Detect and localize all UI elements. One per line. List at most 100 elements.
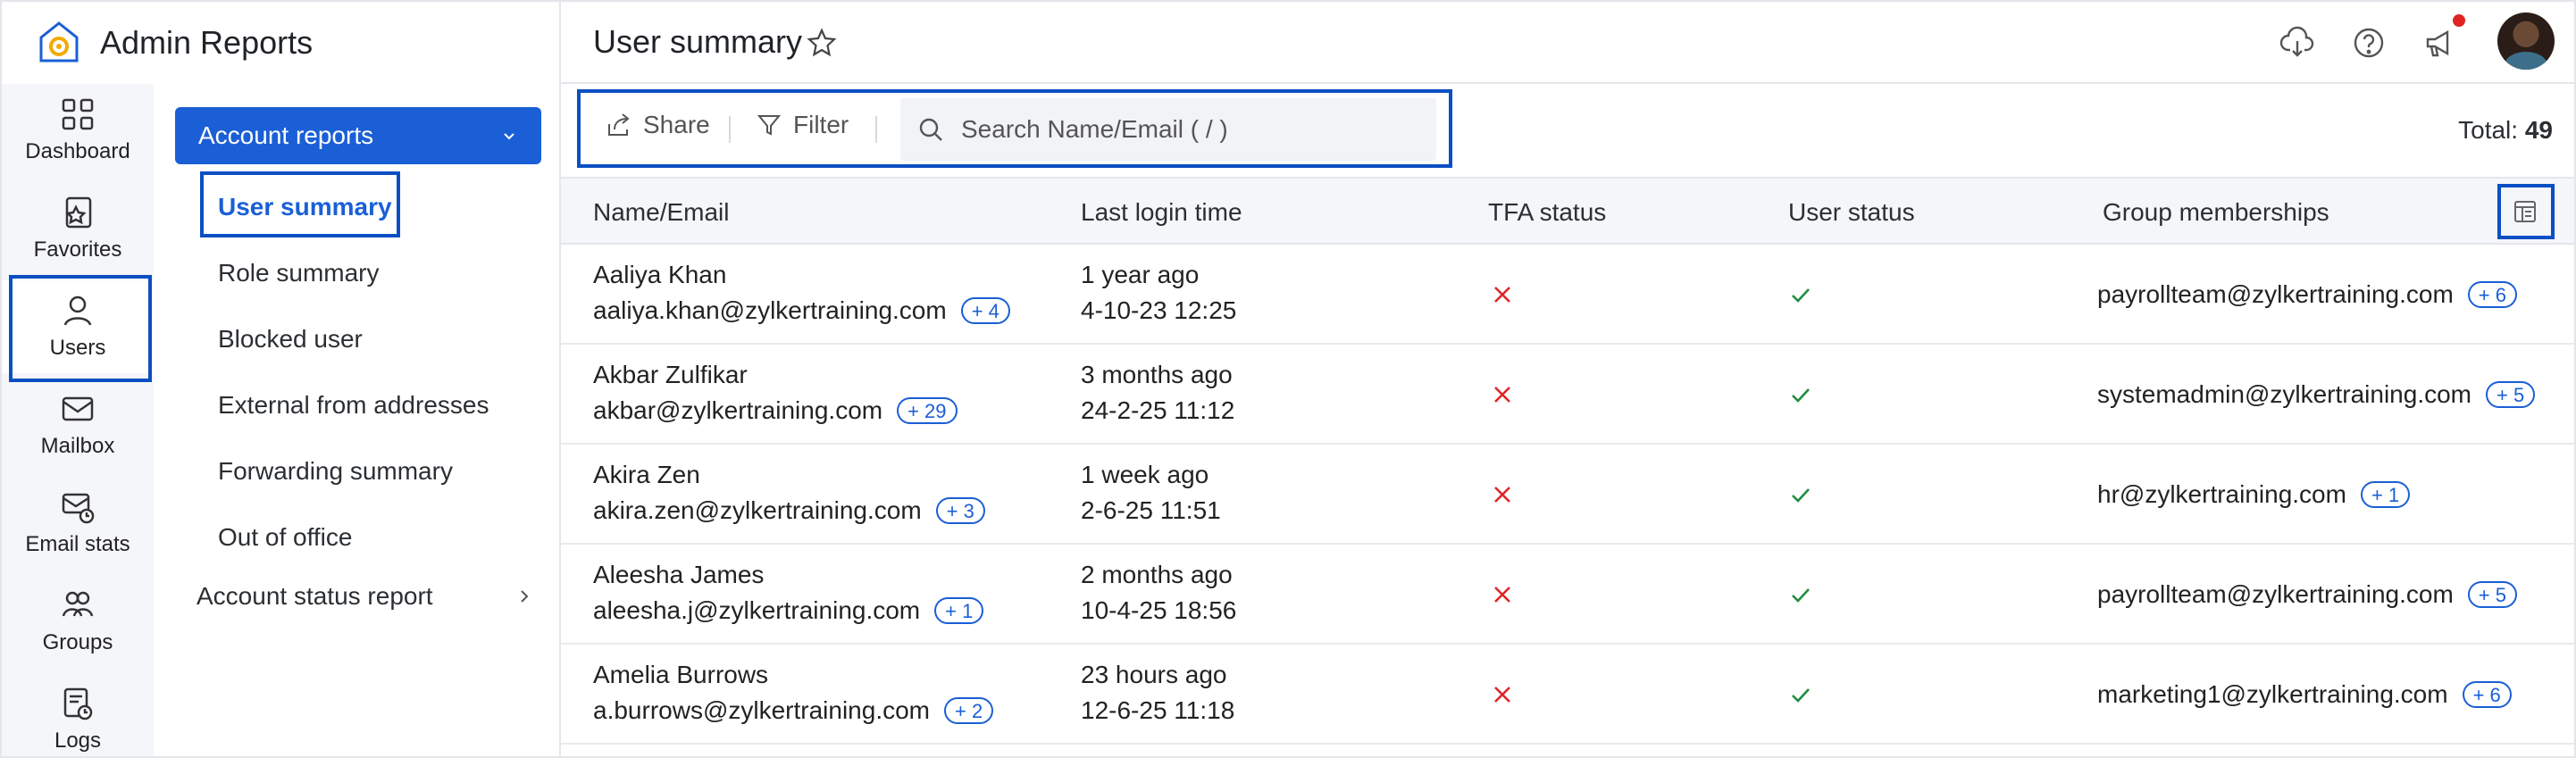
- rail-item-users[interactable]: Users: [2, 280, 154, 373]
- email-alias-count-chip[interactable]: + 29: [897, 397, 958, 424]
- column-header-name-email[interactable]: Name/Email: [593, 198, 729, 227]
- email-alias-count-chip[interactable]: + 4: [960, 297, 1010, 324]
- page-header: User summary: [561, 2, 2574, 84]
- help-icon[interactable]: [2351, 25, 2387, 61]
- rail-label: Groups: [42, 630, 113, 654]
- search-input[interactable]: [959, 114, 1427, 145]
- group-count-chip[interactable]: + 6: [2462, 681, 2512, 708]
- group-count-chip[interactable]: + 1: [2360, 481, 2411, 508]
- subnav-item-out-of-office[interactable]: Out of office: [218, 523, 352, 552]
- favorite-star-icon[interactable]: [806, 27, 838, 59]
- admin-reports-app: Admin Reports Dashboard Favorites Users …: [0, 0, 2576, 758]
- group-count-chip[interactable]: + 5: [2486, 381, 2536, 408]
- announcements-icon[interactable]: [2422, 25, 2458, 61]
- column-header-group-memberships[interactable]: Group memberships: [2103, 198, 2329, 227]
- rail-label: Email stats: [25, 532, 130, 556]
- account-status-report-label: Account status report: [197, 582, 433, 610]
- group-email: systemadmin@zylkertraining.com: [2097, 380, 2471, 408]
- admin-reports-logo-icon: [39, 21, 79, 62]
- table-row[interactable]: Aleesha James aleesha.j@zylkertraining.co…: [561, 545, 2574, 645]
- last-login-relative: 2 months ago: [1081, 561, 1233, 588]
- group-membership-cell: hr@zylkertraining.com + 1: [2097, 480, 2411, 509]
- column-header-tfa-status[interactable]: TFA status: [1488, 198, 1606, 227]
- rail-item-dashboard[interactable]: Dashboard: [2, 84, 154, 177]
- user-name[interactable]: Aleesha James: [593, 561, 764, 589]
- email-alias-count-chip[interactable]: + 2: [944, 697, 994, 724]
- last-login-timestamp: 24-2-25 11:12: [1081, 396, 1235, 424]
- last-login-relative: 3 months ago: [1081, 361, 1233, 388]
- download-cloud-icon[interactable]: [2279, 25, 2315, 61]
- account-reports-label: Account reports: [198, 121, 374, 149]
- filter-button[interactable]: Filter: [756, 111, 849, 139]
- last-login-relative: 1 year ago: [1081, 261, 1200, 288]
- rail-item-mailbox[interactable]: Mailbox: [2, 379, 154, 471]
- total-value: 49: [2524, 116, 2553, 144]
- filter-label: Filter: [793, 111, 849, 138]
- subnav-item-user-summary[interactable]: User summary: [218, 193, 392, 221]
- tfa-disabled-cross-icon: [1490, 482, 1515, 507]
- app-title: Admin Reports: [100, 24, 314, 61]
- share-button[interactable]: Share: [606, 111, 710, 139]
- group-membership-cell: payrollteam@zylkertraining.com + 6: [2097, 280, 2517, 309]
- table-row[interactable]: Amelia Burrows a.burrows@zylkertraining.c…: [561, 645, 2574, 745]
- rail-item-favorites[interactable]: Favorites: [2, 182, 154, 275]
- email-alias-count-chip[interactable]: + 3: [935, 497, 985, 524]
- user-active-check-icon: [1788, 582, 1813, 607]
- rail-item-logs[interactable]: Logs: [2, 673, 154, 766]
- user-active-check-icon: [1788, 382, 1813, 407]
- last-login-relative: 23 hours ago: [1081, 661, 1227, 688]
- group-count-chip[interactable]: + 6: [2467, 281, 2517, 308]
- column-settings-icon[interactable]: [2512, 198, 2538, 225]
- notification-dot: [2453, 14, 2465, 27]
- mailbox-icon: [62, 396, 94, 421]
- toolbar-divider: [729, 116, 731, 143]
- user-name[interactable]: Aaliya Khan: [593, 261, 726, 289]
- table-row[interactable]: Aaliya Khan aaliya.khan@zylkertraining.co…: [561, 245, 2574, 345]
- share-label: Share: [643, 111, 710, 138]
- total-count: Total: 49: [2458, 116, 2553, 145]
- rail-item-email-stats[interactable]: Email stats: [2, 477, 154, 570]
- table-row[interactable]: Akira Zen akira.zen@zylkertraining.com + 3…: [561, 445, 2574, 545]
- subnav-item-forwarding-summary[interactable]: Forwarding summary: [218, 457, 453, 486]
- last-login-timestamp: 10-4-25 18:56: [1081, 596, 1237, 624]
- user-name[interactable]: Amelia Burrows: [593, 661, 768, 689]
- table-row[interactable]: Akbar Zulfikar akbar@zylkertraining.com + …: [561, 345, 2574, 445]
- last-login-timestamp: 2-6-25 11:51: [1081, 496, 1221, 524]
- subnav-item-role-summary[interactable]: Role summary: [218, 259, 379, 287]
- tfa-disabled-cross-icon: [1490, 282, 1515, 307]
- subnav-item-external-from-addresses[interactable]: External from addresses: [218, 391, 489, 420]
- user-email-cell: akira.zen@zylkertraining.com + 3: [593, 496, 985, 525]
- rail-item-groups[interactable]: Groups: [2, 575, 154, 668]
- filter-icon: [757, 115, 782, 136]
- user-name[interactable]: Akira Zen: [593, 461, 700, 489]
- user-icon: [63, 296, 92, 326]
- column-header-last-login[interactable]: Last login time: [1081, 198, 1242, 227]
- search-icon: [919, 118, 942, 141]
- user-email-cell: aleesha.j@zylkertraining.com + 1: [593, 596, 984, 625]
- column-header-user-status[interactable]: User status: [1788, 198, 1915, 227]
- user-name[interactable]: Akbar Zulfikar: [593, 361, 748, 389]
- email-alias-count-chip[interactable]: + 1: [934, 597, 984, 624]
- user-email: akbar@zylkertraining.com: [593, 396, 883, 424]
- search-box: [900, 98, 1436, 161]
- grid-icon: [62, 98, 94, 130]
- rail-label: Logs: [54, 729, 102, 753]
- brand-header: Admin Reports: [2, 2, 561, 84]
- rail-label: Dashboard: [25, 139, 130, 163]
- report-subnav: Account reports User summary Role summar…: [154, 84, 561, 756]
- group-count-chip[interactable]: + 5: [2467, 581, 2517, 608]
- tfa-disabled-cross-icon: [1490, 682, 1515, 707]
- rail-label: Favorites: [33, 237, 122, 262]
- group-membership-cell: systemadmin@zylkertraining.com + 5: [2097, 380, 2536, 409]
- account-reports-dropdown[interactable]: Account reports: [175, 107, 541, 164]
- rail-label: Users: [49, 336, 106, 360]
- account-status-report-item[interactable]: Account status report: [197, 582, 532, 611]
- subnav-item-blocked-user[interactable]: Blocked user: [218, 325, 363, 354]
- user-email: aleesha.j@zylkertraining.com: [593, 596, 921, 624]
- chevron-right-icon: [521, 590, 529, 603]
- user-email: aaliya.khan@zylkertraining.com: [593, 296, 947, 324]
- toolbar-divider: [875, 116, 877, 143]
- logs-icon: [63, 687, 93, 720]
- user-avatar[interactable]: [2497, 12, 2555, 70]
- group-membership-cell: marketing1@zylkertraining.com + 6: [2097, 680, 2512, 709]
